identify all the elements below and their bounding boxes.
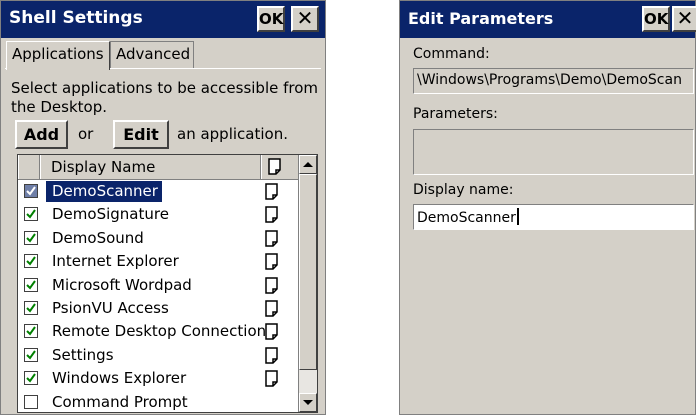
vertical-scrollbar[interactable]: [298, 155, 317, 412]
scroll-up-button[interactable]: [299, 155, 317, 174]
list-item[interactable]: Remote Desktop Connection: [18, 320, 299, 343]
display-name-column-header[interactable]: Display Name: [40, 155, 261, 179]
display-name-label: Display name:: [413, 182, 514, 198]
checkbox[interactable]: [24, 324, 38, 339]
checkbox[interactable]: [24, 347, 38, 362]
checkmark-icon: [26, 186, 36, 196]
list-rows: DemoScanner DemoSignature DemoSound Interne…: [18, 180, 299, 412]
document-icon: [265, 276, 278, 294]
list-header: Display Name: [18, 155, 299, 180]
instructions-text-line2: the Desktop.: [11, 98, 108, 116]
scroll-down-button[interactable]: [299, 393, 317, 412]
shell-settings-title: Shell Settings: [9, 8, 143, 28]
document-icon: [265, 183, 278, 200]
document-icon: [265, 323, 278, 341]
list-item-label: Remote Desktop Connection: [52, 322, 267, 341]
list-item[interactable]: Internet Explorer: [18, 250, 299, 273]
parameters-field[interactable]: [413, 129, 694, 175]
instructions-text-line1: Select applications to be accessible fro…: [11, 79, 319, 97]
list-item[interactable]: Settings: [18, 344, 299, 367]
document-column-header[interactable]: [261, 155, 299, 179]
close-button[interactable]: ✕: [672, 6, 696, 32]
list-item[interactable]: Windows Explorer: [18, 367, 299, 390]
document-icon: [265, 253, 278, 270]
scroll-thumb[interactable]: [299, 174, 317, 370]
ok-button[interactable]: OK: [257, 6, 285, 32]
command-label: Command:: [413, 46, 490, 62]
checkbox[interactable]: [24, 254, 38, 269]
display-name-text: DemoScanner: [417, 210, 516, 226]
document-icon: [265, 230, 278, 247]
text-caret: [516, 208, 519, 225]
document-icon: [265, 206, 278, 224]
shell-settings-window: Shell Settings OK ✕ Applications Advance…: [0, 0, 326, 415]
list-item[interactable]: Microsoft Wordpad: [18, 274, 299, 297]
checkmark-icon: [26, 279, 36, 290]
document-icon: [265, 370, 278, 387]
list-item-label: Internet Explorer: [52, 252, 179, 271]
checkbox-column-header[interactable]: [18, 155, 40, 179]
checkmark-icon: [26, 373, 36, 383]
list-item-label: Microsoft Wordpad: [52, 275, 192, 294]
ok-button[interactable]: OK: [642, 6, 670, 32]
list-item-label: PsionVU Access: [52, 298, 169, 317]
edit-parameters-titlebar: Edit Parameters OK ✕: [400, 1, 696, 38]
edit-parameters-window: Edit Parameters OK ✕ Command: \Windows\P…: [399, 0, 696, 415]
document-icon: [268, 158, 281, 175]
list-item-label: DemoScanner: [46, 181, 162, 202]
checkbox[interactable]: [24, 394, 38, 409]
checkmark-icon: [26, 326, 36, 336]
list-item-label: Settings: [52, 345, 114, 364]
applications-list[interactable]: Display Name DemoScanner DemoSignature Dem…: [17, 154, 318, 413]
display-name-value: DemoScanner: [417, 208, 519, 226]
list-item[interactable]: DemoSound: [18, 227, 299, 250]
arrow-down-icon: [303, 400, 313, 405]
edit-button[interactable]: Edit: [113, 120, 169, 149]
list-item-label: DemoSignature: [52, 205, 169, 224]
checkmark-icon: [26, 303, 36, 313]
display-name-field[interactable]: DemoScanner: [413, 204, 694, 230]
list-item-label: DemoSound: [52, 228, 144, 247]
list-item[interactable]: Command Prompt: [18, 391, 299, 412]
checkbox[interactable]: [24, 184, 38, 198]
close-button[interactable]: ✕: [291, 6, 319, 32]
list-item[interactable]: PsionVU Access: [18, 297, 299, 320]
command-value: \Windows\Programs\Demo\DemoScan: [417, 72, 682, 88]
tab-advanced[interactable]: Advanced: [110, 41, 194, 68]
close-icon: ✕: [296, 6, 314, 30]
edit-parameters-title: Edit Parameters: [408, 9, 554, 28]
list-item[interactable]: DemoScanner: [18, 180, 299, 203]
checkbox[interactable]: [24, 277, 38, 292]
tab-applications[interactable]: Applications: [6, 41, 110, 70]
checkbox[interactable]: [24, 230, 38, 245]
list-item-label: Windows Explorer: [52, 369, 187, 388]
command-field: \Windows\Programs\Demo\DemoScan: [413, 68, 694, 94]
close-icon: ✕: [676, 6, 694, 30]
checkmark-icon: [26, 233, 36, 243]
list-item[interactable]: DemoSignature: [18, 203, 299, 226]
checkbox[interactable]: [24, 300, 38, 315]
checkmark-icon: [26, 256, 36, 266]
add-button[interactable]: Add: [15, 120, 68, 149]
arrow-up-icon: [303, 162, 313, 167]
document-icon: [265, 300, 278, 317]
checkbox[interactable]: [24, 207, 38, 222]
document-icon: [265, 346, 278, 364]
checkmark-icon: [26, 350, 36, 360]
parameters-label: Parameters:: [413, 106, 498, 122]
list-item-label: Command Prompt: [52, 392, 188, 411]
checkmark-icon: [26, 209, 36, 219]
an-application-text: an application.: [177, 125, 288, 143]
shell-settings-titlebar: Shell Settings OK ✕: [1, 1, 325, 38]
checkbox[interactable]: [24, 371, 38, 386]
or-text: or: [78, 125, 94, 143]
